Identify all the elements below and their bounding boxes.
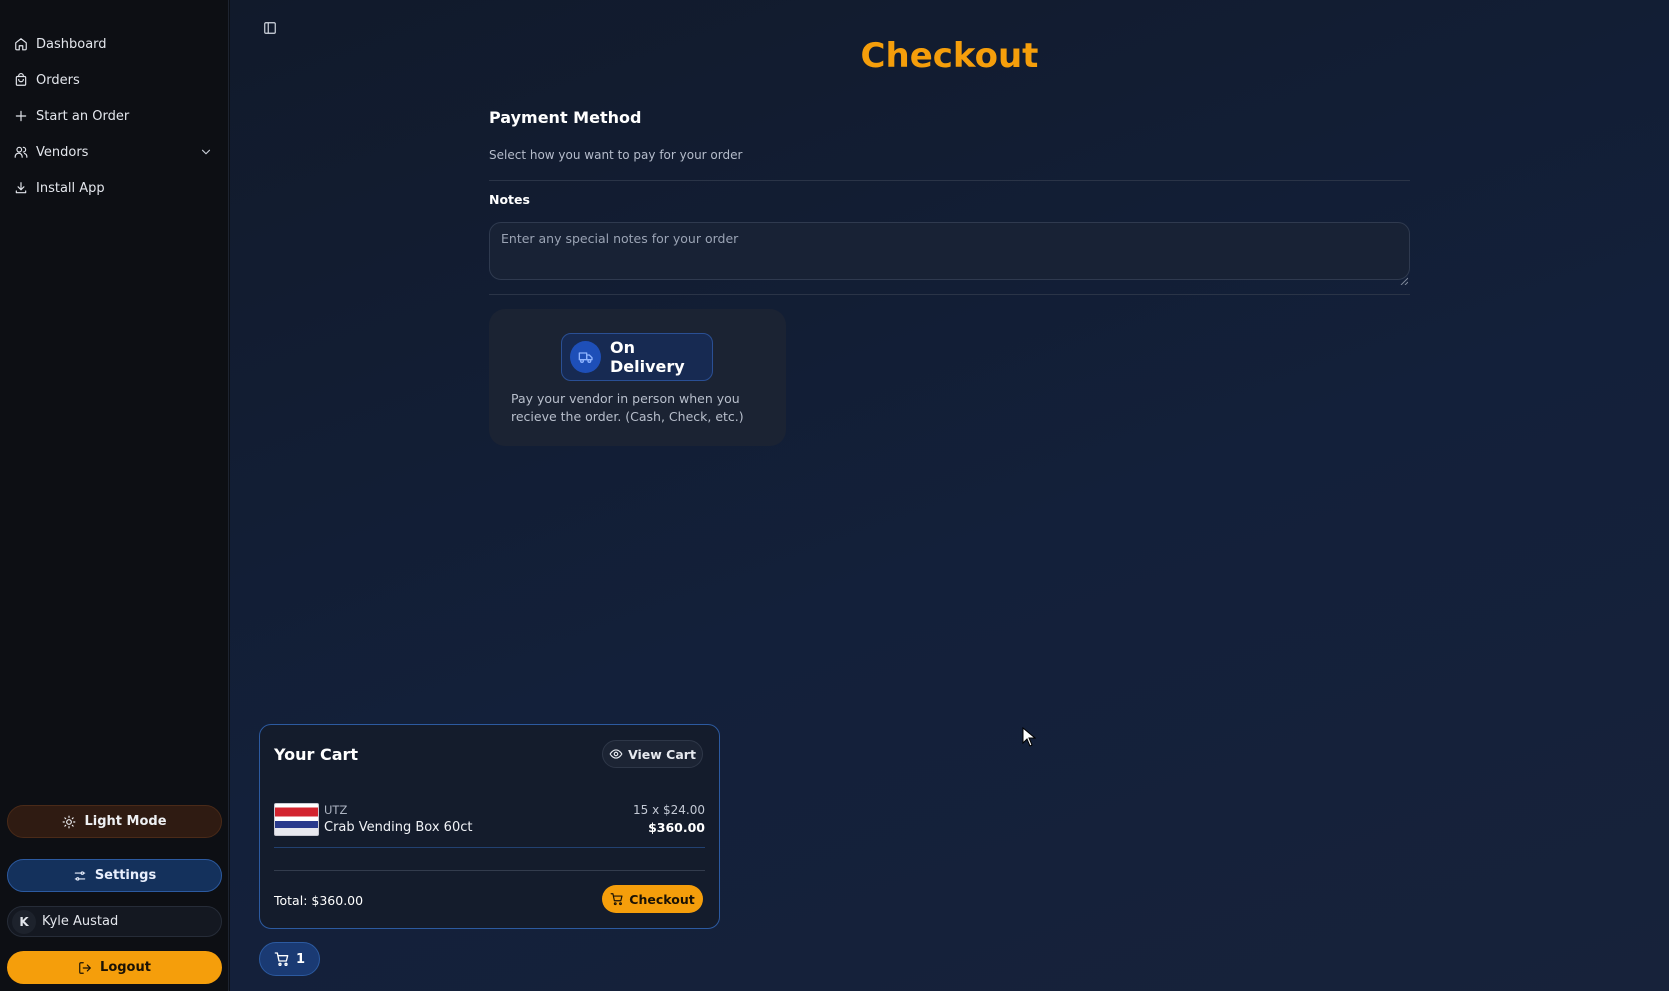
cart-toggle-button[interactable]: 1 [259,942,320,976]
light-mode-button[interactable]: Light Mode [7,805,222,838]
payment-method-subheading: Select how you want to pay for your orde… [489,148,743,162]
truck-icon [570,341,601,373]
page-title: Checkout [860,36,1039,76]
sidebar-item-label: Orders [36,72,80,88]
cart-item: UTZ Crab Vending Box 60ct 15 x $24.00 $3… [274,803,705,839]
cart-title: Your Cart [274,745,359,764]
sidebar-item-dashboard[interactable]: Dashboard [0,26,229,62]
plus-icon [14,109,28,123]
resize-grip-icon[interactable] [1400,270,1409,286]
user-profile[interactable]: K Kyle Austad [7,906,222,937]
main-content: Checkout Payment Method Select how you w… [230,0,1669,991]
sidebar-item-label: Dashboard [36,36,107,52]
settings-button[interactable]: Settings [7,859,222,892]
sidebar-item-vendors[interactable]: Vendors [0,134,229,170]
eye-icon [609,747,623,761]
divider [274,870,705,871]
on-delivery-option[interactable]: On Delivery [561,333,713,381]
product-thumbnail [274,803,319,836]
home-icon [14,37,28,51]
checkout-button[interactable]: Checkout [602,885,703,913]
sliders-icon [73,869,87,883]
item-name: Crab Vending Box 60ct [324,820,473,835]
sidebar-item-label: Install App [36,180,105,196]
payment-method-heading: Payment Method [489,108,642,127]
payment-option-on-delivery[interactable]: On Delivery Pay your vendor in person wh… [489,309,786,446]
sidebar: Dashboard Orders Start an Order Vendors [0,0,229,991]
on-delivery-description: Pay your vendor in person when you recie… [511,391,744,424]
cart-count: 1 [295,951,306,967]
download-icon [14,181,28,195]
cart-icon [610,892,624,906]
divider [489,294,1410,295]
logout-label: Logout [100,960,151,975]
cart-icon [274,951,290,967]
sidebar-toggle-icon[interactable] [263,20,277,34]
mouse-cursor-icon [1022,726,1037,747]
sidebar-item-label: Start an Order [36,108,130,124]
user-name: Kyle Austad [42,914,119,929]
cart-total: Total: $360.00 [274,893,364,908]
chevron-down-icon[interactable] [199,145,213,159]
item-quantity-price: 15 x $24.00 [633,803,705,817]
sidebar-item-orders[interactable]: Orders [0,62,229,98]
settings-label: Settings [94,868,157,883]
divider [489,180,1410,181]
sidebar-nav: Dashboard Orders Start an Order Vendors [0,26,229,206]
item-vendor: UTZ [324,803,348,817]
item-line-total: $360.00 [648,820,705,835]
bag-icon [14,73,28,87]
sidebar-item-start-order[interactable]: Start an Order [0,98,229,134]
view-cart-button[interactable]: View Cart [602,740,703,768]
logout-button[interactable]: Logout [7,951,222,984]
avatar: K [12,909,36,934]
sidebar-item-label: Vendors [36,144,89,160]
divider [274,847,705,848]
light-mode-label: Light Mode [84,814,167,829]
notes-label: Notes [489,192,530,207]
sidebar-item-install-app[interactable]: Install App [0,170,229,206]
checkout-label: Checkout [629,891,695,907]
sun-icon [62,815,76,829]
users-icon [14,145,28,159]
cart-panel: Your Cart View Cart UTZ Crab Vending Box… [259,724,720,929]
notes-textarea[interactable] [489,222,1410,280]
on-delivery-label: On Delivery [610,338,685,376]
logout-icon [78,961,92,975]
view-cart-label: View Cart [628,746,696,762]
